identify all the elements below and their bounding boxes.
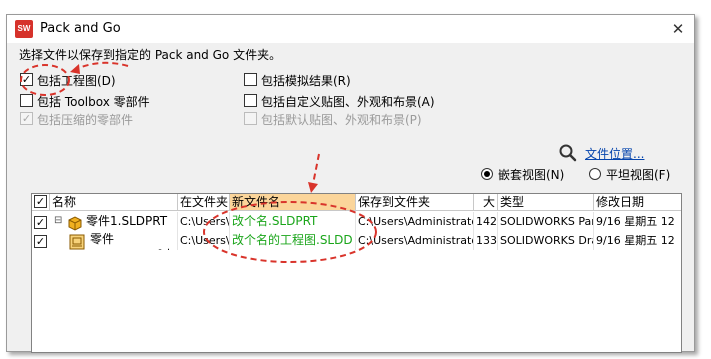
close-icon[interactable]: ✕	[668, 19, 688, 39]
include-suppressed-checkbox: ✓	[20, 112, 33, 125]
row-type: SOLIDWORKS Part	[498, 212, 594, 231]
include-toolbox-checkbox[interactable]	[20, 94, 33, 107]
row-size: 142	[474, 212, 498, 231]
row-checkbox[interactable]: ✓	[34, 235, 47, 248]
column-header-save-to[interactable]: 保存到文件夹	[356, 194, 474, 211]
solidworks-app-icon: SW	[15, 20, 33, 38]
column-header-modified[interactable]: 修改日期	[594, 194, 681, 211]
include-custom-decals-label: 包括自定义贴图、外观和布景(A)	[261, 95, 435, 109]
row-new-name[interactable]: 改个名.SLDPRT	[230, 212, 356, 231]
header-select-all[interactable]: ✓	[32, 194, 50, 211]
row-modified: 9/16 星期五 12	[594, 231, 681, 250]
column-header-name[interactable]: 名称	[50, 194, 178, 211]
column-header-size[interactable]: 大	[474, 194, 498, 211]
pack-and-go-dialog: SW Pack and Go ✕ 选择文件以保存到指定的 Pack and Go…	[6, 14, 695, 353]
include-toolbox-label: 包括 Toolbox 零部件	[37, 95, 150, 109]
nested-view-label: 嵌套视图(N)	[498, 168, 565, 182]
collapse-icon[interactable]: ⊟	[54, 215, 62, 226]
include-custom-decals-checkbox[interactable]	[244, 94, 257, 107]
file-table: ✓ 名称 在文件夹中 新文件名 保存到文件夹 大 类型 修改日期 ✓ ⊟ 零件1…	[31, 193, 682, 353]
include-drawings-checkbox[interactable]: ✓	[20, 73, 33, 86]
select-all-checkbox[interactable]: ✓	[34, 195, 47, 208]
column-header-type[interactable]: 类型	[498, 194, 594, 211]
flat-view-radio[interactable]	[589, 168, 601, 180]
include-default-decals-checkbox	[244, 112, 257, 125]
instruction-text: 选择文件以保存到指定的 Pack and Go 文件夹。	[19, 48, 282, 62]
part-icon	[66, 214, 84, 235]
file-location-link[interactable]: 文件位置...	[585, 145, 644, 162]
title-bar: SW Pack and Go ✕	[7, 15, 694, 43]
row-name: 零件1.SLDPRT	[84, 212, 178, 231]
include-drawings-label: 包括工程图(D)	[37, 74, 116, 88]
row-checkbox[interactable]: ✓	[34, 216, 47, 229]
row-save-to[interactable]: C:\Users\Administrato	[356, 231, 474, 250]
include-simulation-checkbox[interactable]	[244, 73, 257, 86]
row-new-name[interactable]: 改个名的工程图.SLDD	[230, 231, 356, 250]
row-in-folder: C:\Users\	[178, 231, 230, 250]
row-name: 零件1.SLDDRW [未打开]	[88, 231, 178, 250]
window-title: Pack and Go	[40, 21, 121, 36]
include-suppressed-label: 包括压缩的零部件	[37, 113, 134, 127]
row-save-to[interactable]: C:\Users\Administrato	[356, 212, 474, 231]
nested-view-radio[interactable]	[481, 168, 493, 180]
search-icon[interactable]	[558, 143, 578, 166]
include-default-decals-label: 包括默认贴图、外观和布景(P)	[261, 113, 422, 127]
flat-view-label: 平坦视图(F)	[606, 168, 671, 182]
row-type: SOLIDWORKS Dra	[498, 231, 594, 250]
row-in-folder: C:\Users\	[178, 212, 230, 231]
row-size: 133	[474, 231, 498, 250]
include-simulation-label: 包括模拟结果(R)	[261, 74, 351, 88]
drawing-icon	[68, 233, 86, 254]
column-header-in-folder[interactable]: 在文件夹中	[178, 194, 230, 211]
row-modified: 9/16 星期五 12	[594, 212, 681, 231]
column-header-new-name[interactable]: 新文件名	[230, 194, 356, 211]
